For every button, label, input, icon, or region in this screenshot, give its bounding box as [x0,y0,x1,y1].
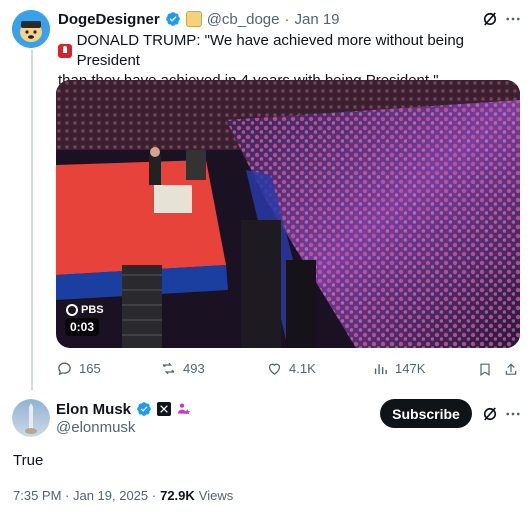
views-icon [374,364,387,375]
siren-icon [58,44,72,58]
author-handle[interactable]: @elonmusk [56,419,135,436]
verified-badge-icon [137,402,151,416]
views-label: Views [198,488,234,503]
post-meta: 7:35 PM · Jan 19, 2025 · 72.9K Views [13,488,233,503]
grok-icon[interactable] [480,404,500,424]
text-line-1: DONALD TRUMP: "We have achieved more wit… [76,32,465,69]
video-duration: 0:03 [65,318,100,336]
verified-badge-icon [165,12,180,26]
reply-icon [58,362,71,376]
source-label: PBS [81,304,104,316]
video-frame [56,80,520,348]
affiliate-badge-icon [185,11,202,27]
reply-count: 165 [79,361,101,376]
like-button[interactable]: 4.1K [266,360,316,377]
bookmark-icon[interactable] [476,360,494,378]
quoted-header: DogeDesigner @cb_doge · Jan 19 [58,9,340,29]
more-icon[interactable] [503,404,523,424]
post-timestamp[interactable]: 7:35 PM · Jan 19, 2025 · [13,488,156,503]
grok-icon[interactable] [480,9,500,29]
main-header: Elon Musk [56,399,192,419]
more-icon[interactable] [503,9,523,29]
separator-dot: · [284,10,290,28]
avatar-dogedesigner[interactable] [12,10,50,48]
repost-icon [162,362,175,375]
share-icon[interactable] [502,360,520,378]
reply-button[interactable]: 165 [56,360,101,377]
post-date[interactable]: Jan 19 [294,11,339,28]
video-player[interactable]: PBS 0:03 [56,80,520,348]
author-name[interactable]: DogeDesigner [58,11,160,28]
views-total: 72.9K [160,488,195,503]
author-name[interactable]: Elon Musk [56,401,131,418]
views-count: 147K [395,361,426,376]
repost-count: 493 [183,361,205,376]
thread-line [31,50,33,390]
x-logo-badge-icon [157,402,172,416]
post-text: True [13,452,44,469]
source-badge: PBS [66,304,104,316]
like-count: 4.1K [289,361,316,376]
author-handle[interactable]: @cb_doge [207,11,280,28]
subscribe-button[interactable]: Subscribe [380,399,472,428]
avatar-elonmusk[interactable] [12,399,50,437]
repost-button[interactable]: 493 [160,360,205,377]
views-button[interactable]: 147K [372,360,425,377]
like-icon [268,363,281,375]
government-badge-icon [176,401,192,417]
pbs-logo-icon [66,304,78,316]
